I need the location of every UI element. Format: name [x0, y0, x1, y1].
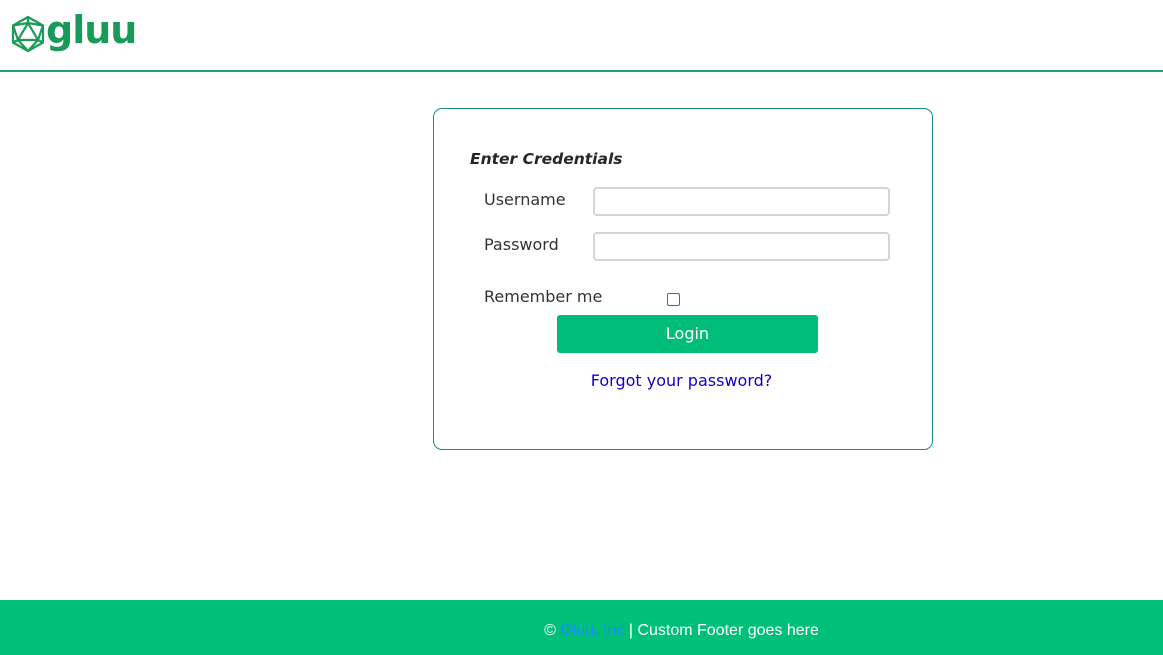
login-button[interactable]: Login — [557, 315, 818, 353]
forgot-password-text: Forgot your password? — [590, 371, 773, 390]
password-input[interactable] — [593, 232, 890, 261]
remember-me-label: Remember me — [484, 287, 603, 306]
password-label: Password — [484, 235, 559, 254]
login-card: Enter Credentials Username Password Reme… — [433, 108, 933, 450]
copyright-symbol: © — [544, 622, 556, 639]
username-input[interactable] — [593, 187, 890, 216]
icosahedron-logo-icon — [11, 15, 45, 53]
username-label: Username — [484, 190, 566, 209]
gluu-logo[interactable]: gluu — [11, 10, 137, 53]
card-title: Enter Credentials — [470, 150, 623, 168]
company-link[interactable]: Gluu, Inc — [560, 622, 624, 639]
remember-me-checkbox[interactable] — [667, 293, 680, 306]
forgot-password-link[interactable]: Forgot your password? — [434, 371, 932, 390]
logo-wordmark: gluu — [46, 8, 137, 52]
footer-text: © Gluu, Inc | Custom Footer goes here — [0, 622, 1163, 640]
footer-custom-text: | Custom Footer goes here — [624, 622, 819, 639]
footer: © Gluu, Inc | Custom Footer goes here — [0, 600, 1163, 655]
header: gluu — [0, 0, 1163, 72]
